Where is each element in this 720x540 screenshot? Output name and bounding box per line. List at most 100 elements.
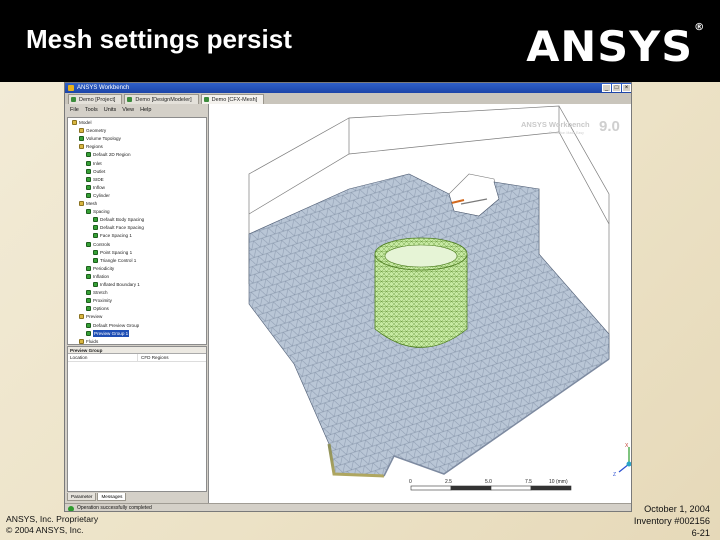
tab-project[interactable]: Demo [Project] xyxy=(68,94,123,104)
tree-node-icon xyxy=(86,265,91,271)
tree-item[interactable]: Regions xyxy=(79,143,103,150)
tree-item-label: Cylinder xyxy=(93,192,110,198)
tree-item[interactable]: Geometry xyxy=(79,127,106,134)
tree-item-label: Default Face Spacing xyxy=(100,225,144,231)
tree-node-icon xyxy=(86,160,91,166)
tab-designmodeler[interactable]: Demo [DesignModeler] xyxy=(124,94,199,104)
tree-item-label: Geometry xyxy=(86,128,107,134)
details-value[interactable]: CFD Regions xyxy=(138,354,169,361)
tree-item[interactable]: Default Preview Group xyxy=(86,322,139,329)
tree-node-icon xyxy=(93,233,98,239)
menu-units[interactable]: Units xyxy=(104,107,117,113)
tree-item-label: Options xyxy=(93,306,109,312)
graphics-viewport[interactable]: ANSYS Workbench 9.0 Simulation Made Easy… xyxy=(208,104,632,503)
mesh-view[interactable]: ANSYS Workbench 9.0 Simulation Made Easy… xyxy=(209,104,632,503)
app-icon xyxy=(68,85,74,91)
tab-cfx-mesh[interactable]: Demo [CFX-Mesh] xyxy=(200,94,265,104)
outline-tree[interactable]: Model Geometry Volume Topology Regions Defau… xyxy=(67,117,207,345)
scale-segment xyxy=(410,485,452,491)
tree-item-label: Preview Group 1 xyxy=(93,329,130,337)
tree-item-label: SIDE xyxy=(93,176,104,182)
tree-item[interactable]: Spacing xyxy=(86,208,110,215)
tree-item[interactable]: Model xyxy=(72,119,92,126)
details-row[interactable]: Location CFD Regions xyxy=(68,354,206,362)
maximize-icon[interactable]: □ xyxy=(612,84,621,92)
tree-item-label: Stretch xyxy=(93,290,108,296)
tree-item[interactable]: Mesh xyxy=(79,200,97,207)
menu-file[interactable]: File xyxy=(70,107,79,113)
inventory-number: Inventory #002156 xyxy=(633,516,710,526)
tree-node-icon xyxy=(86,241,91,247)
tree-item[interactable]: SIDE xyxy=(86,176,104,183)
tree-item[interactable]: Outlet xyxy=(86,168,105,175)
tree-item[interactable]: Cylinder xyxy=(86,192,110,199)
workbench-watermark: ANSYS Workbench 9.0 Simulation Made Easy xyxy=(521,118,620,135)
tree-node-icon xyxy=(93,217,98,223)
axis-triad-icon[interactable]: X Y Z xyxy=(613,441,632,478)
tree-node-icon xyxy=(86,322,91,328)
tree-item-label: Spacing xyxy=(93,209,110,215)
watermark-subtitle: Simulation Made Easy xyxy=(549,131,584,135)
slide-title: Mesh settings persist xyxy=(26,24,292,54)
tree-item-label: Triangle Control 1 xyxy=(100,257,137,263)
tree-node-icon xyxy=(86,298,91,304)
tree-item[interactable]: Controls xyxy=(86,241,110,248)
tree-item[interactable]: Preview Group 1 xyxy=(86,329,130,337)
tree-item[interactable]: Volume Topology xyxy=(79,135,121,142)
window-controls: _ □ × xyxy=(602,84,631,92)
tree-item[interactable]: Triangle Control 1 xyxy=(93,257,136,264)
minimize-icon[interactable]: _ xyxy=(602,84,611,92)
tree-node-icon xyxy=(86,273,91,279)
scale-bar: 0 2.5 5.0 7.5 10 (mm) xyxy=(409,479,572,491)
menu-help[interactable]: Help xyxy=(140,107,151,113)
scale-label: 10 (mm) xyxy=(549,479,568,485)
tree-item[interactable]: Default 2D Region xyxy=(86,151,131,158)
tree-item[interactable]: Default Face Spacing xyxy=(93,224,144,231)
status-text: Operation successfully completed xyxy=(77,505,152,511)
details-panel: Preview Group Location CFD Regions xyxy=(67,346,207,492)
tree-item[interactable]: Fluids xyxy=(79,338,98,344)
document-tabs: Demo [Project] Demo [DesignModeler] Demo… xyxy=(65,93,631,104)
tree-node-icon xyxy=(93,225,98,231)
tree-item[interactable]: Stretch xyxy=(86,289,108,296)
tree-item[interactable]: Inflated Boundary 1 xyxy=(93,281,140,288)
tree-item-label: Point Spacing 1 xyxy=(100,249,133,255)
tree-item[interactable]: Preview xyxy=(79,313,102,320)
details-key: Location xyxy=(68,354,138,361)
footer-left: ANSYS, Inc. Proprietary © 2004 ANSYS, In… xyxy=(6,514,98,536)
tree-item-label: Default Preview Group xyxy=(93,322,140,328)
tree-item-label: Proximity xyxy=(93,298,112,304)
tree-item-label: Model xyxy=(79,120,92,125)
tree-item[interactable]: Periodicity xyxy=(86,265,114,272)
tree-item[interactable]: Default Body Spacing xyxy=(93,216,144,223)
window-titlebar[interactable]: ANSYS Workbench _ □ × xyxy=(65,83,631,93)
folder-icon xyxy=(79,314,84,320)
triad-origin xyxy=(626,461,631,467)
scale-segment xyxy=(490,485,532,491)
tree-item-label: Controls xyxy=(93,241,111,247)
tab-parameter[interactable]: Parameter xyxy=(67,493,97,501)
tree-item[interactable]: Proximity xyxy=(86,297,112,304)
axis-label: Z xyxy=(613,472,616,478)
window-title: ANSYS Workbench xyxy=(77,85,130,91)
tree-item[interactable]: Face Spacing 1 xyxy=(93,232,132,239)
tree-item-label: Regions xyxy=(86,144,103,150)
close-icon[interactable]: × xyxy=(622,84,631,92)
tree-item-label: Inflated Boundary 1 xyxy=(100,282,140,287)
tab-messages[interactable]: Messages xyxy=(97,493,127,501)
tree-item[interactable]: Inlet xyxy=(86,160,102,167)
slide-header: Mesh settings persist ANSYS® xyxy=(0,0,720,82)
tree-item[interactable]: Point Spacing 1 xyxy=(93,249,132,256)
tree-item-label: Periodicity xyxy=(93,265,115,271)
proprietary-note: ANSYS, Inc. Proprietary xyxy=(6,514,99,524)
tree-node-icon xyxy=(86,306,91,312)
tab-label: Demo [DesignModeler] xyxy=(135,97,192,103)
tree-item-label: Face Spacing 1 xyxy=(100,233,132,239)
tree-item-label: Outlet xyxy=(93,168,106,174)
tree-item[interactable]: Inflation xyxy=(86,273,109,280)
menu-view[interactable]: View xyxy=(122,107,134,113)
menu-tools[interactable]: Tools xyxy=(85,107,98,113)
tree-item[interactable]: Inflow xyxy=(86,184,105,191)
tree-item[interactable]: Options xyxy=(86,305,109,312)
tree-item-label: Default Body Spacing xyxy=(100,217,145,223)
